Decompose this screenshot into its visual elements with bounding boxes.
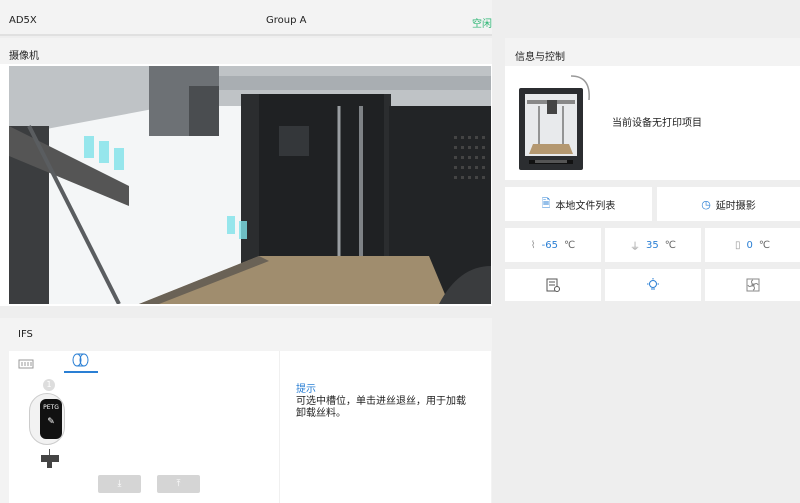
light-toggle-button[interactable] [605, 269, 701, 301]
file-list-icon: 🗎 [541, 196, 551, 210]
edit-icon[interactable]: ✎ [46, 417, 56, 427]
tab-filament[interactable] [64, 351, 98, 373]
camera-title: 摄像机 [0, 38, 492, 64]
nozzle-temp-unit: ℃ [564, 239, 576, 251]
chamber-icon: ▯ [734, 239, 741, 251]
info-title: 信息与控制 [505, 38, 800, 66]
filament-spool-icon [72, 353, 89, 367]
status-badge: 空闲 [472, 19, 492, 30]
bed-temp-unit: ℃ [664, 239, 676, 251]
bed-temp-value: 35 [646, 239, 659, 251]
fan-icon [746, 278, 759, 292]
hint-text-line2: 卸载丝料。 [296, 408, 346, 419]
ifs-title: IFS [18, 329, 33, 340]
nozzle-temp[interactable]: ⌇ -65 ℃ [505, 228, 601, 262]
chamber-temp[interactable]: ▯ 0 ℃ [705, 228, 800, 262]
timelapse-icon: ◷ [701, 197, 711, 211]
device-topbar: AD5X Group A 空闲 [0, 0, 492, 36]
device-name: AD5X [9, 15, 37, 26]
info-control-panel: 信息与控制 当前设备无打印项目 [505, 38, 800, 180]
extruder-tip [47, 462, 52, 468]
light-icon [647, 278, 659, 290]
nozzle-temp-value: -65 [541, 239, 558, 251]
local-files-button[interactable]: 🗎 本地文件列表 [505, 187, 652, 221]
ifs-body: 1 PETG ✎ ⤓ ⤒ 提示 可选中槽位，单击进丝退丝，用于加载 卸载丝料。 [9, 351, 491, 503]
timelapse-label: 延时摄影 [715, 200, 756, 212]
unload-filament-button[interactable]: ⤒ [157, 475, 200, 493]
chamber-temp-value: 0 [746, 239, 753, 251]
ifs-panel: IFS 1 PETG ✎ ⤓ ⤒ 提示 可选中槽位，单击进丝退丝，用于加载 卸载… [0, 318, 492, 503]
fan-button[interactable] [705, 269, 800, 301]
ifs-divider [279, 351, 280, 503]
camera-feed[interactable] [9, 66, 491, 304]
chamber-temp-unit: ℃ [758, 239, 771, 251]
idle-message: 当前设备无打印项目 [612, 118, 702, 129]
printer-image [517, 72, 595, 172]
tab-slots[interactable] [18, 355, 34, 369]
camera-panel: 摄像机 [0, 38, 492, 306]
extruder-icon [41, 455, 59, 462]
local-files-label: 本地文件列表 [555, 200, 616, 212]
print-settings-button[interactable] [505, 269, 601, 301]
filament-material-label: PETG [43, 404, 59, 411]
bed-icon: ⏚ [630, 241, 641, 253]
camera-image [9, 66, 491, 304]
slot-number-badge: 1 [43, 379, 55, 391]
timelapse-button[interactable]: ◷ 延时摄影 [657, 187, 800, 221]
device-group: Group A [266, 15, 307, 26]
slots-icon [18, 359, 34, 369]
slot-1[interactable]: 1 PETG ✎ [25, 379, 65, 449]
printer-illustration [519, 75, 590, 170]
print-settings-icon [546, 278, 560, 292]
bed-temp[interactable]: ⏚ 35 ℃ [605, 228, 701, 262]
load-filament-button[interactable]: ⤓ [98, 475, 141, 493]
nozzle-icon: ⌇ [530, 239, 536, 251]
